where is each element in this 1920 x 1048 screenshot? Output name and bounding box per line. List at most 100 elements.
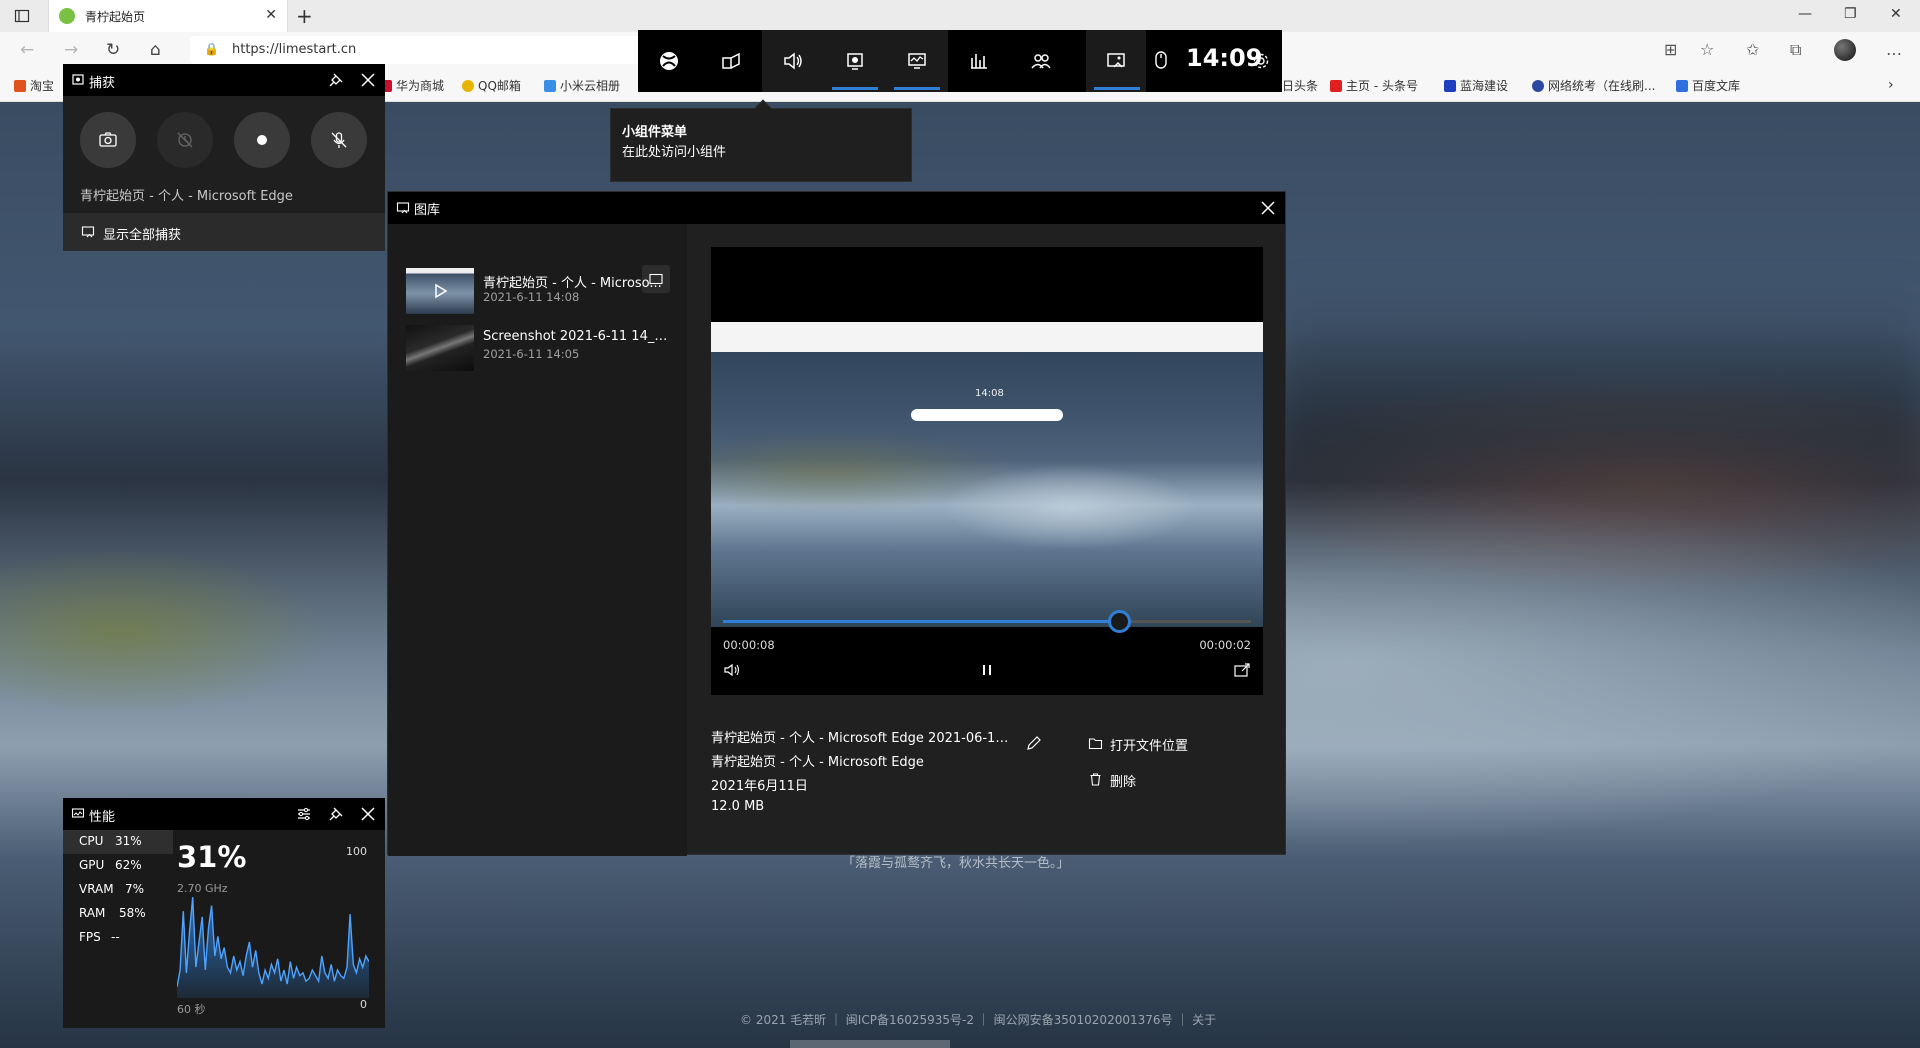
- video-player[interactable]: 14:08 00:00:08 00:00:02: [711, 247, 1263, 695]
- minimize-button[interactable]: —: [1798, 6, 1812, 22]
- apps-icon[interactable]: ⊞: [1664, 40, 1677, 59]
- gallery-item-name: 青柠起始页 - 个人 - Microso...: [483, 272, 673, 291]
- favorite-item[interactable]: 百度文库: [1676, 77, 1740, 94]
- tab-actions-icon[interactable]: [14, 8, 30, 24]
- avatar[interactable]: [1834, 39, 1856, 61]
- seek-bar-thumb[interactable]: [1108, 610, 1131, 633]
- mouse-icon[interactable]: [1154, 50, 1168, 72]
- url-field[interactable]: 🔒 https://limestart.cn: [190, 36, 650, 64]
- browser-tab[interactable]: 青柠起始页 ✕: [48, 0, 288, 32]
- metric-row-vram[interactable]: VRAM7%: [63, 878, 173, 902]
- share-icon: [1233, 662, 1251, 678]
- pause-button[interactable]: [976, 659, 998, 681]
- favorite-item[interactable]: 日头条: [1282, 77, 1318, 94]
- graph-time-label: 60 秒: [177, 1001, 206, 1017]
- metric-row-gpu[interactable]: GPU62%: [63, 854, 173, 878]
- browser-tab-bar: 青柠起始页 ✕ + — ❐ ✕: [0, 0, 1920, 32]
- capture-widget-button[interactable]: [824, 30, 886, 92]
- pin-icon[interactable]: [327, 805, 345, 823]
- social-widget-button[interactable]: [1010, 30, 1072, 92]
- tooltip-text: 在此处访问小组件: [622, 141, 726, 160]
- favorite-item[interactable]: 网络统考（在线刷...: [1532, 77, 1655, 94]
- lime-favicon-icon: [59, 8, 75, 24]
- gallery-list-pane: 青柠起始页 - 个人 - Microso... 2021-6-11 14:08 …: [388, 224, 687, 856]
- capture-app: 青柠起始页 - 个人 - Microsoft Edge: [711, 751, 924, 770]
- capture-widget-icon: [71, 73, 85, 87]
- speaker-icon: [723, 661, 741, 679]
- metric-row-ram[interactable]: RAM58%: [63, 902, 173, 926]
- url-text: https://limestart.cn: [232, 42, 356, 57]
- metric-row-fps[interactable]: FPS--: [63, 926, 173, 950]
- gallery-icon: [396, 201, 410, 215]
- capture-target-app: 青柠起始页 - 个人 - Microsoft Edge: [80, 185, 293, 204]
- refresh-button[interactable]: ↻: [106, 40, 120, 60]
- audio-widget-button[interactable]: [762, 30, 824, 92]
- tooltip-title: 小组件菜单: [622, 121, 687, 140]
- pin-icon[interactable]: [327, 71, 345, 89]
- restore-button[interactable]: ❐: [1844, 6, 1857, 22]
- screenshot-button[interactable]: [80, 112, 136, 168]
- gallery-title: 图库: [414, 199, 440, 218]
- page-bottom-handle[interactable]: [790, 1040, 950, 1048]
- mic-off-icon: [329, 130, 349, 150]
- gear-icon[interactable]: [1252, 52, 1270, 70]
- favorites-icon[interactable]: ✩: [1746, 40, 1759, 59]
- favorite-item[interactable]: QQ邮箱: [462, 77, 521, 94]
- open-file-location-label: 打开文件位置: [1110, 735, 1188, 754]
- show-all-captures-label: 显示全部捕获: [103, 224, 181, 243]
- favorite-item[interactable]: 小米云相册: [544, 77, 620, 94]
- lock-icon: 🔒: [204, 42, 219, 56]
- chevron-right-icon[interactable]: ›: [1888, 77, 1894, 93]
- capture-widget: 捕获 青柠起始页 - 个人 - Microsoft Edge 显示全部捕获: [63, 64, 385, 251]
- elapsed-time: 00:00:08: [723, 638, 775, 652]
- tab-close-icon[interactable]: ✕: [265, 7, 277, 23]
- new-tab-button[interactable]: +: [296, 4, 313, 28]
- home-button[interactable]: ⌂: [150, 40, 161, 60]
- cpu-usage-area: [177, 897, 369, 998]
- favorite-item[interactable]: 华为商城: [380, 77, 444, 94]
- forward-button[interactable]: →: [64, 40, 78, 60]
- collections-icon[interactable]: ⧉: [1790, 40, 1801, 60]
- gallery-item-date: 2021-6-11 14:05: [483, 347, 579, 361]
- capture-icon: [844, 50, 866, 72]
- favorite-item[interactable]: 蓝海建设: [1444, 77, 1508, 94]
- metric-row-cpu[interactable]: CPU31%: [63, 830, 173, 854]
- widget-store-button[interactable]: [700, 30, 762, 92]
- performance-widget-header[interactable]: 性能: [63, 798, 385, 830]
- xbox-home-button[interactable]: [638, 30, 700, 92]
- gallery-icon: [81, 225, 95, 239]
- back-button[interactable]: ←: [20, 40, 34, 60]
- performance-widget-button[interactable]: [886, 30, 948, 92]
- folder-icon: [1088, 736, 1103, 751]
- close-icon[interactable]: [1258, 198, 1278, 218]
- widget-store-icon: [720, 50, 742, 72]
- graph-max-label: 100: [346, 845, 367, 858]
- edit-name-icon[interactable]: [1025, 734, 1043, 752]
- mic-toggle-button[interactable]: [311, 112, 367, 168]
- options-icon[interactable]: [295, 805, 313, 823]
- close-window-button[interactable]: ✕: [1890, 6, 1902, 22]
- gallery-item-screenshot[interactable]: Screenshot 2021-6-11 14_05_... 2021-6-11…: [406, 325, 676, 373]
- gallery-item-video[interactable]: 青柠起始页 - 个人 - Microso... 2021-6-11 14:08: [406, 268, 676, 316]
- performance-widget-icon: [71, 807, 85, 821]
- close-icon[interactable]: [359, 71, 377, 89]
- resources-widget-button[interactable]: [948, 30, 1010, 92]
- seek-bar[interactable]: [723, 620, 1251, 623]
- favorite-item[interactable]: 主页 - 头条号: [1330, 77, 1418, 94]
- start-recording-button[interactable]: [234, 112, 290, 168]
- add-favorite-icon[interactable]: ☆: [1700, 40, 1714, 59]
- more-menu-icon[interactable]: …: [1886, 40, 1902, 59]
- volume-button[interactable]: [721, 659, 743, 681]
- gallery-widget-button[interactable]: [1086, 30, 1146, 92]
- close-icon[interactable]: [359, 805, 377, 823]
- video-preview: 14:08: [711, 322, 1263, 627]
- capture-widget-header[interactable]: 捕获: [63, 64, 385, 96]
- gallery-header[interactable]: 图库: [388, 192, 1285, 224]
- page-footer[interactable]: © 2021 毛若昕 ｜ 闽ICP备16025935号-2 ｜ 闽公网安备350…: [740, 1011, 1216, 1028]
- show-all-captures-button[interactable]: 显示全部捕获: [63, 213, 385, 251]
- gallery-widget: 图库 青柠起始页 - 个人 - Microso... 2021-6-11 14:…: [387, 191, 1286, 855]
- record-last-30s-button[interactable]: [157, 112, 213, 168]
- share-button[interactable]: [1231, 659, 1253, 681]
- favorite-item[interactable]: 淘宝: [14, 77, 54, 94]
- xbox-icon: [658, 50, 680, 72]
